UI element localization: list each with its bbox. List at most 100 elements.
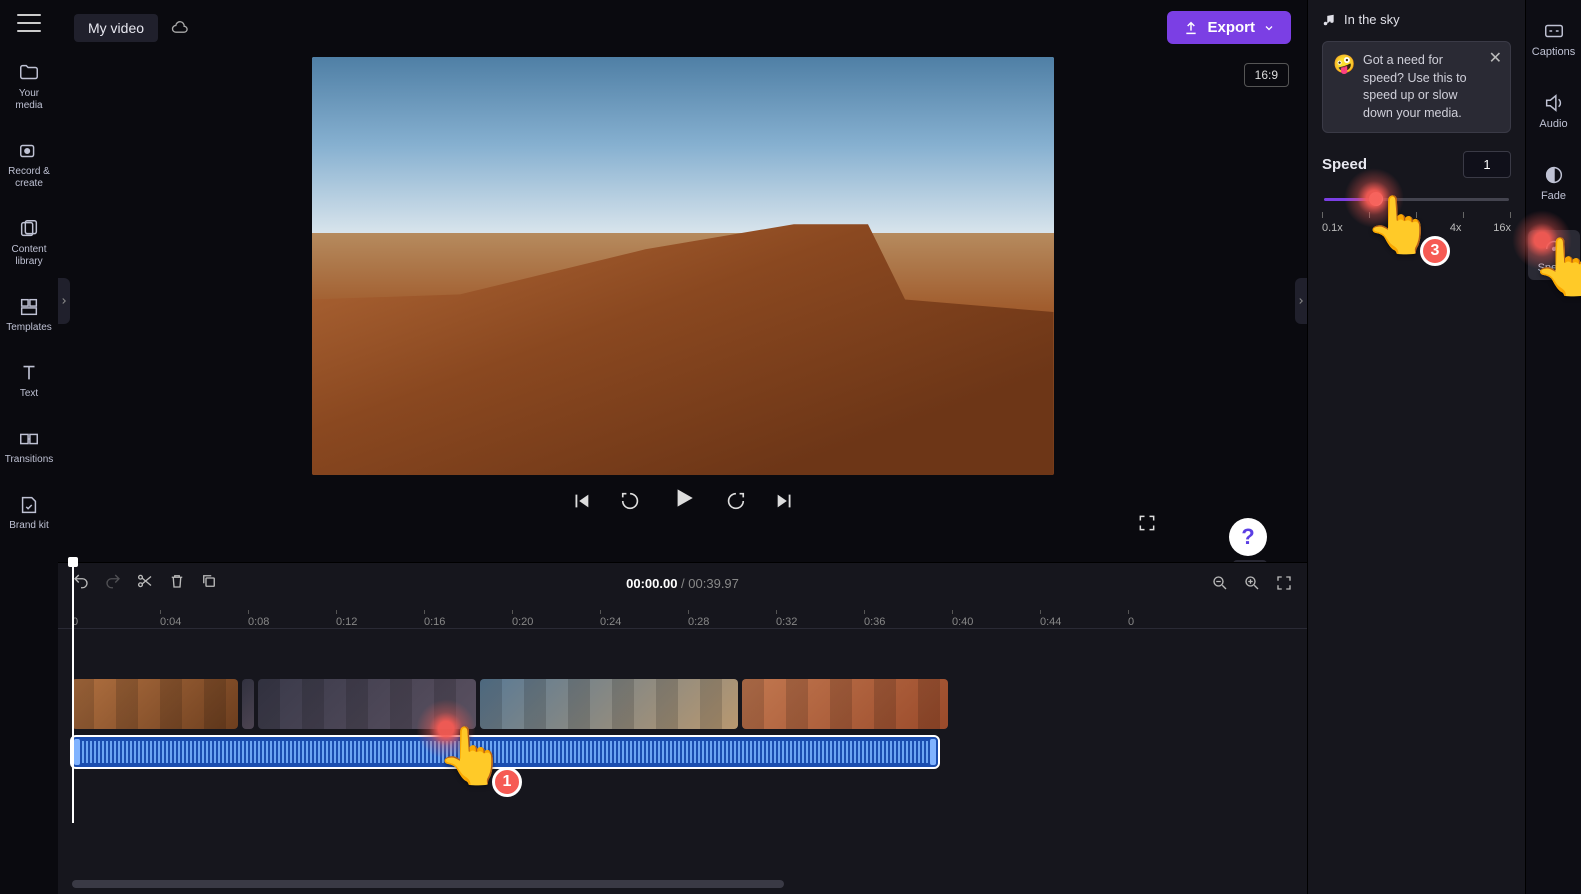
video-clip[interactable] xyxy=(480,679,738,729)
help-button[interactable]: ? xyxy=(1229,518,1267,556)
brand-icon xyxy=(18,494,40,516)
slider-dots xyxy=(1322,212,1511,218)
ruler-tick: 0:04 xyxy=(160,616,181,628)
export-button[interactable]: Export xyxy=(1167,11,1291,44)
expand-right-handle[interactable] xyxy=(1295,278,1307,324)
sidebar-item-your-media[interactable]: Your media xyxy=(2,58,56,116)
slider-thumb[interactable] xyxy=(1369,192,1383,206)
hint-badge: 3 xyxy=(1420,236,1450,266)
project-title[interactable]: My video xyxy=(74,14,158,42)
video-clip[interactable] xyxy=(258,679,476,729)
top-bar: My video Export xyxy=(58,0,1307,55)
right-properties-panel: In the sky 🤪 Got a need for speed? Use t… xyxy=(1307,0,1525,894)
duplicate-button[interactable] xyxy=(200,572,218,595)
tool-captions[interactable]: Captions xyxy=(1528,14,1580,64)
video-clip[interactable] xyxy=(242,679,254,729)
ruler-tick: 0:32 xyxy=(776,616,797,628)
tool-audio[interactable]: Audio xyxy=(1528,86,1580,136)
audio-name-text: In the sky xyxy=(1344,12,1400,27)
undo-button[interactable] xyxy=(72,572,90,595)
timeline-toolbar: 00:00.00 / 00:39.97 xyxy=(58,563,1307,603)
audio-clip-handle-right[interactable] xyxy=(930,739,936,765)
tooltip-emoji: 🤪 xyxy=(1333,52,1355,77)
video-track[interactable] xyxy=(72,679,1293,729)
sidebar-item-label: Record & create xyxy=(4,166,54,190)
text-icon xyxy=(18,362,40,384)
tool-label: Captions xyxy=(1532,46,1575,58)
tool-speed[interactable]: Speed 👆 2 xyxy=(1528,230,1580,280)
tool-label: Fade xyxy=(1541,190,1566,202)
play-button[interactable] xyxy=(670,485,696,511)
sidebar-item-record[interactable]: Record & create xyxy=(2,136,56,194)
redo-button[interactable] xyxy=(104,572,122,595)
tooltip-close-button[interactable]: ✕ xyxy=(1489,48,1502,70)
library-icon xyxy=(18,218,40,240)
record-icon xyxy=(18,140,40,162)
left-sidebar: Your media Record & create Content libra… xyxy=(0,0,58,894)
split-button[interactable] xyxy=(136,572,154,595)
tracks-area: 👆 1 xyxy=(58,629,1307,894)
ruler-tick: 0:44 xyxy=(1040,616,1061,628)
hint-badge: 1 xyxy=(492,767,522,797)
slider-tick-label: 4x xyxy=(1450,222,1462,234)
slider-tick-labels: 0.1x2x4x16x xyxy=(1322,222,1511,234)
tool-label: Audio xyxy=(1539,118,1567,130)
delete-button[interactable] xyxy=(168,572,186,595)
time-ruler[interactable]: 00:040:080:120:160:200:240:280:320:360:4… xyxy=(58,605,1307,629)
video-clip[interactable] xyxy=(742,679,948,729)
slider-track xyxy=(1324,198,1509,201)
captions-icon xyxy=(1543,20,1565,42)
ruler-tick: 0:28 xyxy=(688,616,709,628)
sidebar-item-label: Your media xyxy=(4,88,54,112)
sidebar-item-library[interactable]: Content library xyxy=(2,214,56,272)
tool-fade[interactable]: Fade xyxy=(1528,158,1580,208)
sidebar-item-label: Brand kit xyxy=(9,520,48,532)
speed-icon xyxy=(1543,236,1565,258)
skip-forward-button[interactable] xyxy=(724,490,746,512)
upload-icon xyxy=(1183,20,1199,36)
ruler-tick: 0:12 xyxy=(336,616,357,628)
music-note-icon xyxy=(1322,13,1336,27)
ruler-tick: 0 xyxy=(1128,616,1134,628)
zoom-controls xyxy=(1211,574,1293,592)
aspect-ratio-button[interactable]: 16:9 xyxy=(1244,63,1289,87)
audio-clip[interactable] xyxy=(72,737,938,767)
hamburger-menu-icon[interactable] xyxy=(17,14,41,32)
tooltip-text: Got a need for speed? Use this to speed … xyxy=(1363,52,1478,122)
main-area: My video Export 16:9 ? xyxy=(58,0,1307,894)
timeline-time-display: 00:00.00 / 00:39.97 xyxy=(626,576,739,591)
playhead[interactable] xyxy=(72,563,74,823)
speed-value-input[interactable] xyxy=(1463,151,1511,178)
prev-frame-button[interactable] xyxy=(570,490,592,512)
video-clip[interactable] xyxy=(72,679,238,729)
zoom-out-button[interactable] xyxy=(1211,574,1229,592)
speed-slider[interactable]: 0.1x2x4x16x 👆 3 xyxy=(1322,190,1511,236)
zoom-fit-button[interactable] xyxy=(1275,574,1293,592)
sidebar-item-templates[interactable]: Templates xyxy=(2,292,56,338)
time-separator: / xyxy=(677,576,688,591)
duration: 00:39.97 xyxy=(688,576,739,591)
timeline-scrollbar[interactable] xyxy=(72,880,784,888)
speed-tooltip: 🤪 Got a need for speed? Use this to spee… xyxy=(1322,41,1511,133)
right-tool-strip: Captions Audio Fade Speed 👆 2 xyxy=(1525,0,1581,894)
slider-tick-label: 0.1x xyxy=(1322,222,1343,234)
video-preview[interactable] xyxy=(312,57,1054,475)
ruler-tick: 0:24 xyxy=(600,616,621,628)
next-frame-button[interactable] xyxy=(774,490,796,512)
sidebar-item-transitions[interactable]: Transitions xyxy=(2,424,56,470)
sidebar-item-brand[interactable]: Brand kit xyxy=(2,490,56,536)
zoom-in-button[interactable] xyxy=(1243,574,1261,592)
transport-controls xyxy=(570,485,796,516)
audio-clip-handle-left[interactable] xyxy=(74,739,80,765)
timeline-panel: 00:00.00 / 00:39.97 00:040:080:120:160:2… xyxy=(58,562,1307,894)
skip-back-button[interactable] xyxy=(620,490,642,512)
sidebar-item-text[interactable]: Text xyxy=(2,358,56,404)
fullscreen-button[interactable] xyxy=(1137,513,1157,538)
ruler-tick: 0:08 xyxy=(248,616,269,628)
cloud-sync-icon[interactable] xyxy=(170,18,190,38)
audio-icon xyxy=(1543,92,1565,114)
tool-label: Speed xyxy=(1538,262,1570,274)
export-label: Export xyxy=(1207,19,1255,36)
templates-icon xyxy=(18,296,40,318)
expand-left-handle[interactable] xyxy=(58,278,70,324)
